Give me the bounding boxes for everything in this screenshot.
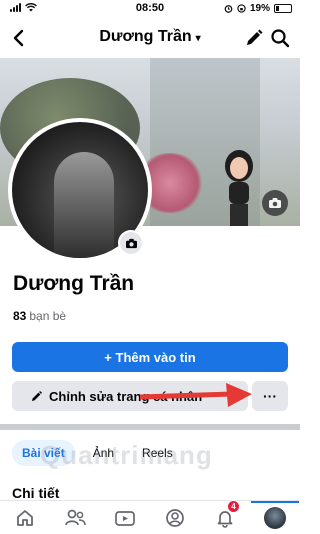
camera-icon: [125, 238, 137, 248]
search-icon[interactable]: [270, 28, 290, 48]
avatar: [264, 506, 286, 529]
top-nav: Dương Trần ▾: [0, 20, 300, 56]
cover-camera-button[interactable]: [262, 190, 288, 216]
details-heading: Chi tiết: [12, 485, 60, 501]
profile-camera-button[interactable]: [118, 230, 144, 256]
red-arrow-annotation: [140, 383, 252, 407]
battery-percent: 19%: [249, 3, 270, 14]
nav-profile[interactable]: [163, 506, 187, 530]
pencil-icon[interactable]: [244, 28, 264, 48]
video-icon: [115, 510, 135, 526]
rotation-lock-icon: [237, 4, 246, 13]
battery-icon: [274, 4, 292, 13]
nav-friends[interactable]: [63, 506, 87, 530]
chevron-down-icon: ▾: [195, 33, 201, 44]
profile-photo-figure: [54, 152, 114, 258]
nav-home[interactable]: [13, 506, 37, 530]
home-icon: [17, 509, 33, 526]
bottom-nav: 4: [0, 499, 300, 534]
pencil-icon: [31, 390, 43, 401]
status-right: 19%: [224, 3, 292, 14]
friends-icon: [65, 509, 86, 525]
profile-icon: [166, 508, 184, 527]
friends-count-number: 83: [13, 309, 27, 323]
add-to-story-button[interactable]: + Thêm vào tin: [12, 342, 288, 372]
profile-tabs: Bài viết Ảnh Reels: [12, 440, 183, 466]
nav-video[interactable]: [113, 506, 137, 530]
cover-3d-avatar: [225, 150, 253, 226]
nav-menu[interactable]: [251, 500, 299, 530]
nav-notifications[interactable]: 4: [213, 499, 240, 530]
alarm-icon: [224, 5, 233, 13]
tab-reels[interactable]: Reels: [132, 440, 183, 466]
friends-count-label: bạn bè: [29, 309, 67, 323]
profile-name: Dương Trần: [13, 272, 135, 295]
friends-count[interactable]: 83 bạn bè: [13, 309, 66, 323]
section-divider: [0, 424, 300, 430]
camera-icon: [269, 198, 281, 208]
notification-badge: 4: [227, 499, 240, 513]
tab-posts[interactable]: Bài viết: [12, 440, 75, 466]
header-title-text: Dương Trần: [99, 28, 192, 45]
tab-photos[interactable]: Ảnh: [83, 440, 124, 466]
status-bar: 08:50 19%: [0, 0, 300, 18]
